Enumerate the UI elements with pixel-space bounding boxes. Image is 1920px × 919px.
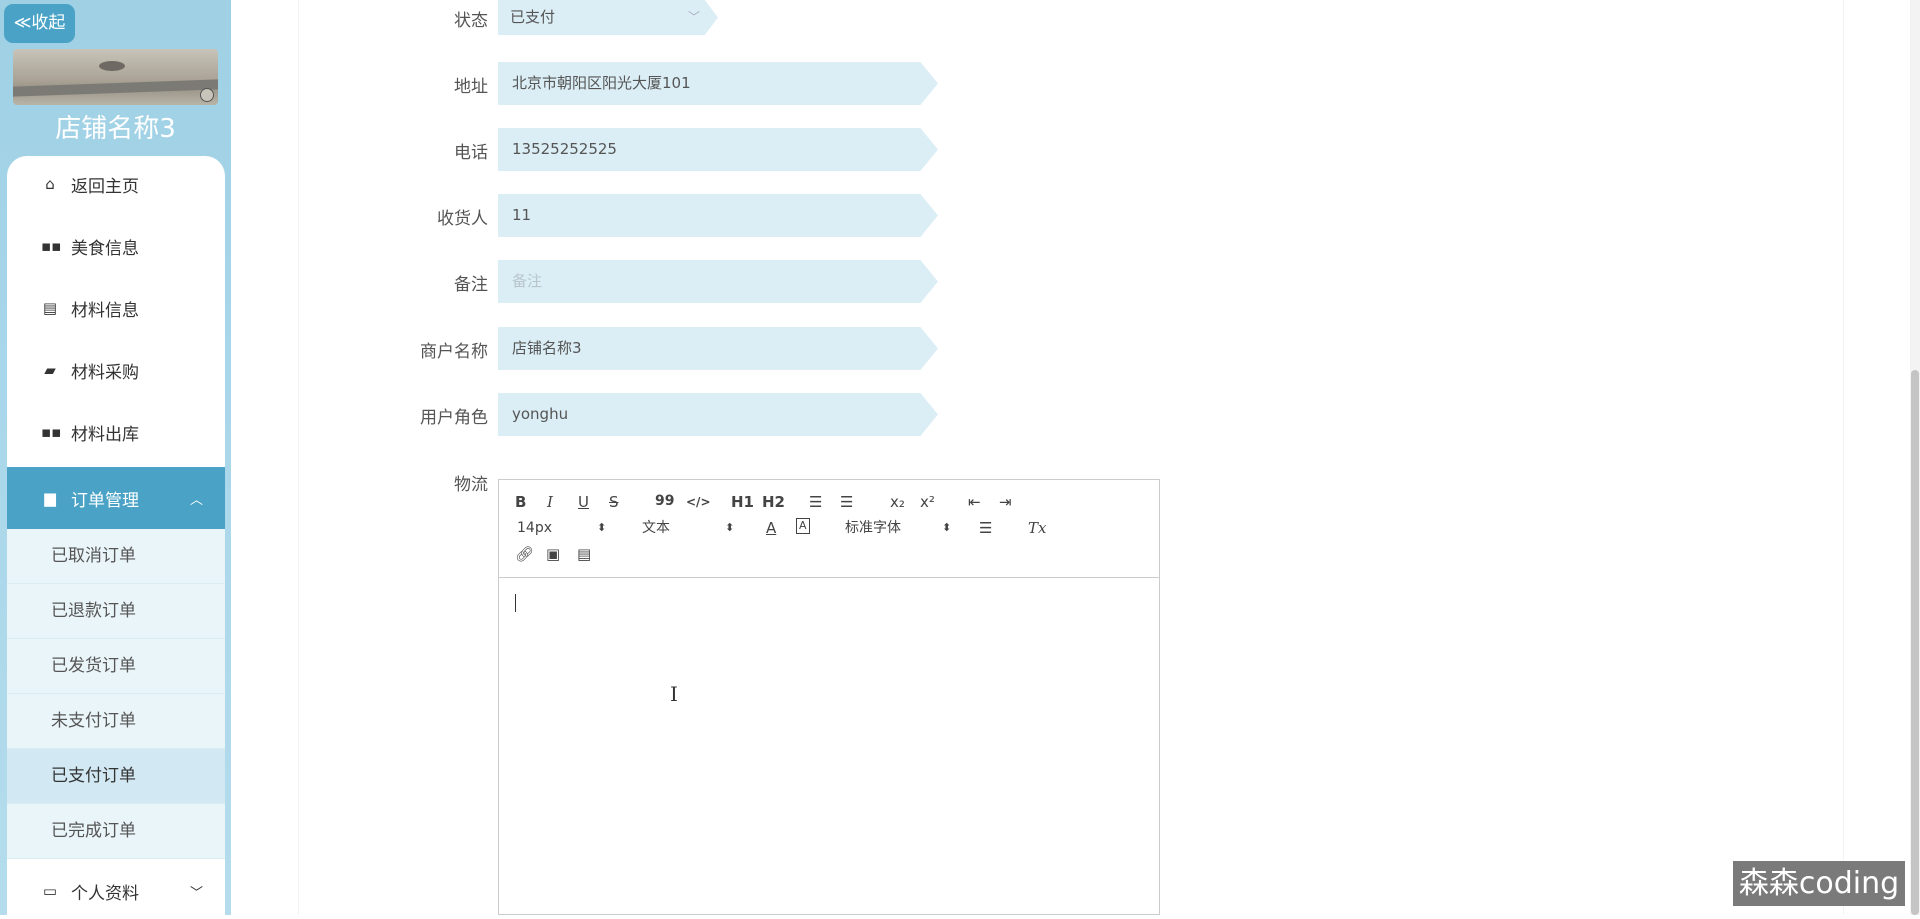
editor-content-area[interactable]: I: [499, 578, 1159, 914]
format-value: 文本: [642, 520, 670, 536]
grid-icon: ▪▪: [41, 237, 62, 255]
address-field[interactable]: 北京市朝阳区阳光大厦101: [498, 62, 938, 105]
submenu-item-completed[interactable]: 已完成订单: [7, 804, 225, 859]
align-icon[interactable]: ☰: [979, 518, 992, 538]
code-block-button[interactable]: </>: [686, 492, 711, 512]
menu-item-label: 订单管理: [71, 490, 139, 511]
menu-item-label: 材料出库: [71, 424, 139, 445]
shop-photo: [13, 49, 218, 105]
clear-format-button[interactable]: Tx: [1028, 518, 1046, 538]
menu-item-material-purchase[interactable]: ▰ 材料采购: [7, 342, 225, 398]
receiver-field[interactable]: 11: [498, 194, 938, 237]
profile-icon: ▭: [42, 882, 58, 900]
merchant-label: 商户名称: [420, 342, 488, 362]
size-value: 14px: [517, 520, 552, 536]
menu-item-label: 返回主页: [71, 176, 139, 197]
bullet-list-icon[interactable]: ☰: [840, 492, 853, 512]
rich-text-editor: B I U S 99 </> H1 H2 ☰ ☰ x₂ x² ⇤ ⇥ 14px …: [498, 479, 1160, 915]
chevron-up-icon: ︿: [189, 492, 203, 508]
content-guide-left: [298, 0, 299, 915]
size-select[interactable]: 14px ⬍: [517, 518, 609, 538]
image-icon[interactable]: ▣: [546, 544, 560, 564]
updown-icon: ⬍: [597, 521, 607, 534]
updown-icon: ⬍: [725, 521, 735, 534]
menu-item-order-management[interactable]: ▆ 订单管理 ︿: [7, 467, 225, 529]
content-guide-right: [1843, 0, 1844, 915]
bold-button[interactable]: B: [515, 492, 526, 512]
superscript-button[interactable]: x²: [920, 492, 935, 512]
underline-button[interactable]: U: [578, 492, 589, 512]
collapse-button[interactable]: ≪收起: [4, 4, 75, 43]
menu-item-label: 材料采购: [71, 362, 139, 383]
grid-icon: ▪▪: [41, 423, 62, 441]
side-menu: ⌂ 返回主页 ▪▪ 美食信息 ▤ 材料信息 ▰ 材料采购 ▪▪ 材料出库 ▆ 订…: [7, 156, 225, 915]
menu-item-material-outbound[interactable]: ▪▪ 材料出库: [7, 404, 225, 460]
outdent-icon[interactable]: ⇤: [968, 492, 981, 512]
photo-corner-icon: [200, 88, 214, 102]
header2-button[interactable]: H2: [762, 492, 785, 512]
address-label: 地址: [454, 77, 488, 97]
photo-curb: [13, 79, 218, 97]
text-color-icon[interactable]: A: [766, 518, 776, 538]
merchant-field[interactable]: 店铺名称3: [498, 327, 938, 370]
indent-icon[interactable]: ⇥: [999, 492, 1012, 512]
menu-item-label: 材料信息: [71, 300, 139, 321]
status-label: 状态: [454, 11, 488, 31]
submenu-item-unpaid[interactable]: 未支付订单: [7, 694, 225, 749]
editor-toolbar: B I U S 99 </> H1 H2 ☰ ☰ x₂ x² ⇤ ⇥ 14px …: [499, 480, 1159, 578]
scrollbar-thumb[interactable]: [1911, 370, 1919, 915]
remark-field[interactable]: 备注: [498, 260, 938, 303]
remark-label: 备注: [454, 275, 488, 295]
link-icon[interactable]: 🔗︎: [515, 544, 534, 564]
italic-button[interactable]: I: [547, 492, 553, 512]
background-color-icon[interactable]: A: [796, 518, 810, 534]
submenu-item-refunded[interactable]: 已退款订单: [7, 584, 225, 639]
submenu-item-paid[interactable]: 已支付订单: [7, 749, 225, 804]
blockquote-button[interactable]: 99: [655, 491, 674, 511]
ordered-list-icon[interactable]: ☰: [809, 492, 822, 512]
clipboard-icon: ▤: [42, 299, 58, 317]
menu-item-home[interactable]: ⌂ 返回主页: [7, 156, 225, 212]
sidebar: ≪收起 店铺名称3 ⌂ 返回主页 ▪▪ 美食信息 ▤ 材料信息 ▰ 材料采购 ▪…: [0, 0, 231, 915]
menu-item-food-info[interactable]: ▪▪ 美食信息: [7, 218, 225, 274]
updown-icon: ⬍: [942, 521, 952, 534]
video-icon[interactable]: ▤: [577, 544, 591, 564]
menu-item-material-info[interactable]: ▤ 材料信息: [7, 280, 225, 336]
header1-button[interactable]: H1: [731, 492, 754, 512]
phone-field[interactable]: 13525252525: [498, 128, 938, 171]
receiver-label: 收货人: [437, 209, 488, 229]
phone-label: 电话: [454, 143, 488, 163]
ibeam-cursor-icon: I: [670, 682, 678, 706]
briefcase-icon: ▆: [44, 489, 56, 507]
status-value: 已支付: [510, 8, 556, 26]
home-icon: ⌂: [45, 175, 55, 193]
status-select[interactable]: 已支付 ﹀: [498, 0, 718, 35]
menu-item-profile[interactable]: ▭ 个人资料 ﹀: [7, 863, 225, 919]
menu-item-label: 美食信息: [71, 238, 139, 259]
submenu-item-shipped[interactable]: 已发货订单: [7, 639, 225, 694]
watermark: 森森coding: [1733, 861, 1905, 906]
chevron-down-icon: ﹀: [189, 885, 203, 901]
font-select[interactable]: 标准字体 ⬍: [845, 518, 952, 538]
role-field[interactable]: yonghu: [498, 393, 938, 436]
role-label: 用户角色: [420, 408, 488, 428]
menu-item-label: 个人资料: [71, 883, 139, 904]
purchase-icon: ▰: [44, 361, 56, 379]
submenu-item-cancelled[interactable]: 已取消订单: [7, 529, 225, 584]
photo-manhole: [99, 61, 125, 71]
chevron-down-icon: ﹀: [687, 10, 700, 24]
format-select[interactable]: 文本 ⬍: [642, 518, 734, 538]
text-caret: [515, 594, 516, 612]
shop-name: 店铺名称3: [55, 114, 176, 144]
logistics-label: 物流: [454, 475, 488, 495]
strike-button[interactable]: S: [609, 492, 619, 512]
font-value: 标准字体: [845, 520, 901, 536]
subscript-button[interactable]: x₂: [890, 492, 905, 512]
